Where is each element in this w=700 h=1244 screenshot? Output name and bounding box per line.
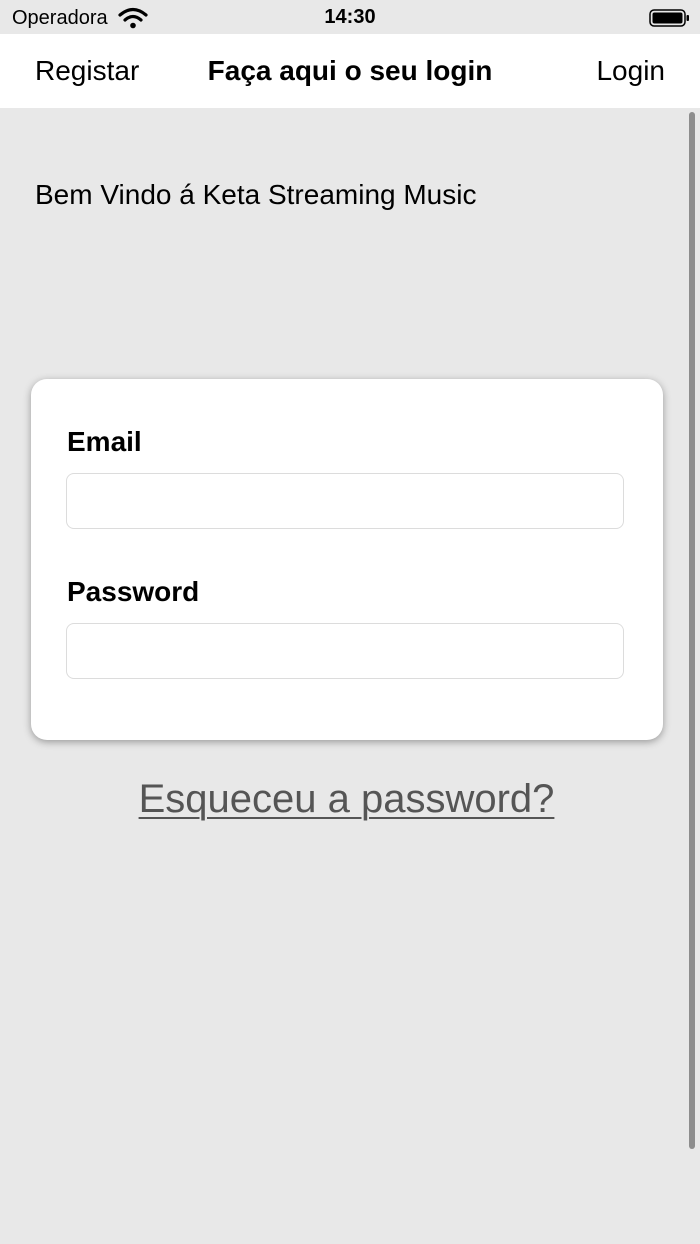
- password-field[interactable]: [66, 623, 624, 679]
- status-bar: Operadora 14:30: [0, 0, 700, 34]
- status-time: 14:30: [324, 6, 376, 28]
- page-title: Faça aqui o seu login: [207, 55, 493, 86]
- welcome-message: Bem Vindo á Keta Streaming Music: [35, 179, 477, 210]
- email-label: Email: [67, 426, 142, 457]
- login-form-card: Email Password: [31, 379, 663, 740]
- battery-full-icon: [649, 9, 689, 27]
- navigation-bar: Registar Faça aqui o seu login Login: [0, 34, 700, 108]
- forgot-password-link[interactable]: Esqueceu a password?: [0, 776, 693, 822]
- login-button[interactable]: Login: [596, 54, 665, 88]
- password-label: Password: [67, 576, 200, 607]
- email-field[interactable]: [66, 473, 624, 529]
- scrollbar[interactable]: [689, 112, 695, 1149]
